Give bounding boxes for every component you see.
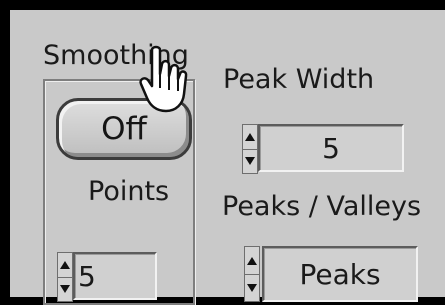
spin-up-arrow-icon[interactable]	[245, 247, 259, 275]
points-value: 5	[78, 259, 96, 293]
peaks-valleys-field[interactable]: Peaks	[262, 246, 418, 302]
spin-down-arrow-icon[interactable]	[243, 149, 257, 173]
peaks-valleys-label: Peaks / Valleys	[222, 191, 422, 222]
peaks-valleys-value: Peaks	[299, 257, 381, 291]
front-panel: Smoothing Off Points 5 Peak Width 5 Peak…	[0, 0, 445, 305]
spin-up-arrow-icon[interactable]	[243, 125, 257, 150]
peak-width-field[interactable]: 5	[258, 124, 404, 172]
points-spinner[interactable]	[57, 252, 73, 302]
hand-pointer-icon	[139, 45, 188, 113]
peak-width-label: Peak Width	[223, 64, 375, 95]
peak-width-spinner[interactable]	[242, 124, 258, 174]
points-value-field[interactable]: 5	[73, 252, 157, 300]
spin-down-arrow-icon[interactable]	[245, 274, 259, 301]
points-label: Points	[88, 176, 170, 207]
peaks-valleys-spinner[interactable]	[244, 246, 260, 302]
spin-up-arrow-icon[interactable]	[58, 253, 72, 278]
spin-down-arrow-icon[interactable]	[58, 277, 72, 301]
peak-width-value: 5	[322, 131, 340, 165]
